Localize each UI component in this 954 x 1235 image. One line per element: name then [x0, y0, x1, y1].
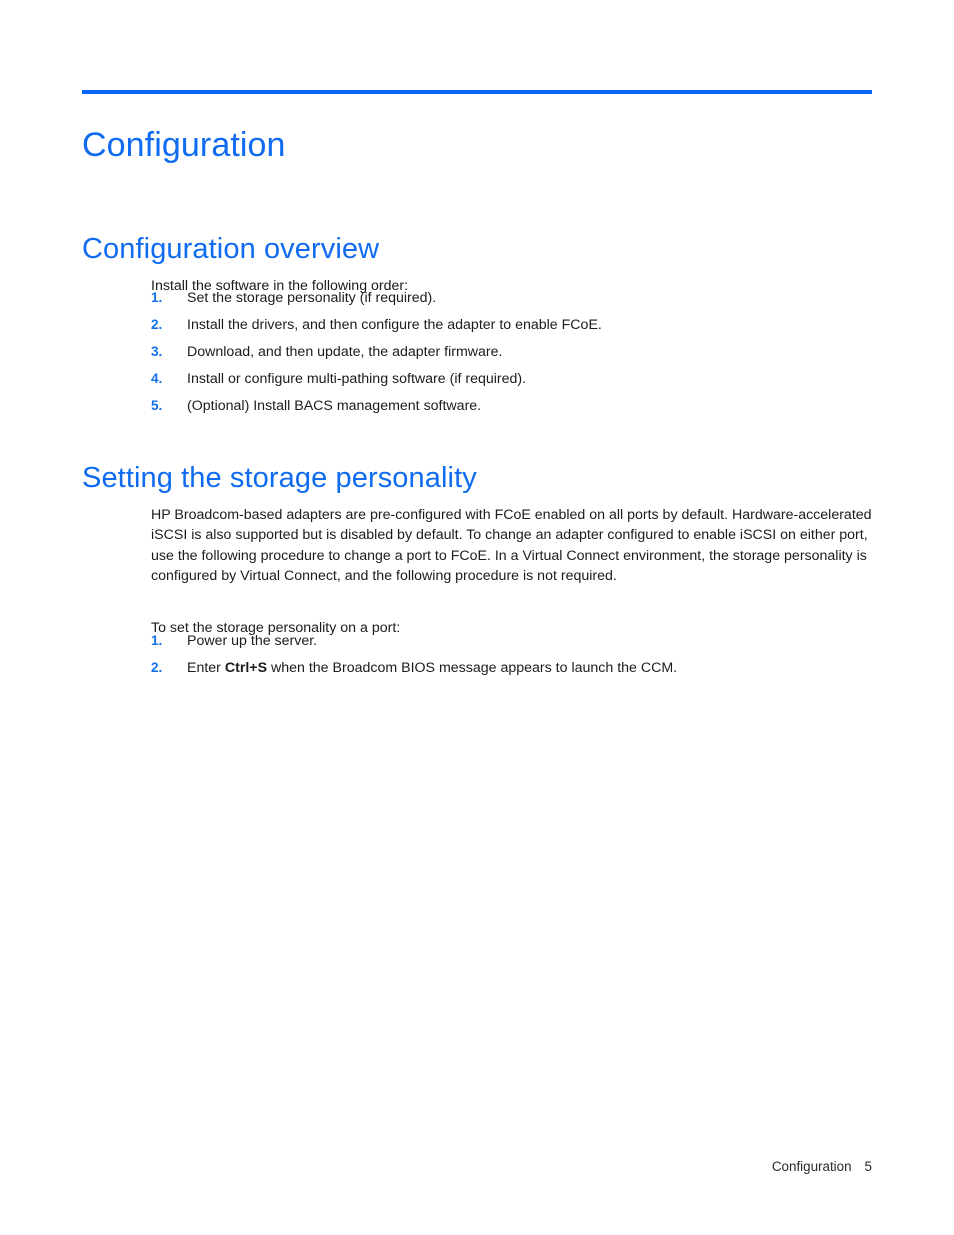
- list-marker: 1.: [151, 633, 163, 648]
- list-item: 2. Install the drivers, and then configu…: [151, 315, 602, 335]
- list-item-text: Download, and then update, the adapter f…: [187, 344, 503, 360]
- list-item-text: Set the storage personality (if required…: [187, 290, 437, 306]
- step-text-prefix: Enter: [187, 660, 225, 676]
- chapter-rule: [82, 90, 872, 94]
- list-marker: 4.: [151, 371, 163, 386]
- step-text-suffix: when the Broadcom BIOS message appears t…: [267, 660, 678, 676]
- list-item-text: Enter Ctrl+S when the Broadcom BIOS mess…: [187, 660, 677, 676]
- section-heading-configuration-overview: Configuration overview: [82, 233, 380, 266]
- keyboard-shortcut: Ctrl+S: [224, 660, 268, 676]
- list-marker: 2.: [151, 660, 163, 675]
- footer-section-label: Configuration: [771, 1159, 852, 1174]
- list-item: 4. Install or configure multi-pathing so…: [151, 369, 602, 389]
- list-item: 3. Download, and then update, the adapte…: [151, 342, 602, 362]
- storage-personality-paragraph: HP Broadcom-based adapters are pre-confi…: [151, 507, 872, 584]
- list-marker: 1.: [151, 290, 163, 305]
- list-item-text: Install or configure multi-pathing softw…: [187, 371, 527, 387]
- list-item: 1. Set the storage personality (if requi…: [151, 288, 602, 308]
- footer-page-number: 5: [864, 1159, 872, 1174]
- list-marker: 2.: [151, 317, 163, 332]
- list-item: 2. Enter Ctrl+S when the Broadcom BIOS m…: [151, 658, 677, 678]
- list-item-text: Install the drivers, and then configure …: [187, 317, 602, 333]
- page-footer: Configuration 5: [0, 1159, 872, 1174]
- section-heading-setting-the-storage-personality: Setting the storage personality: [82, 462, 477, 495]
- overview-step-list: 1. Set the storage personality (if requi…: [151, 288, 602, 423]
- list-item-text: Power up the server.: [187, 633, 318, 649]
- setting-step-list: 1. Power up the server. 2. Enter Ctrl+S …: [151, 631, 677, 685]
- document-page: Configuration Configuration overview Ins…: [0, 0, 954, 1235]
- list-marker: 3.: [151, 344, 163, 359]
- list-marker: 5.: [151, 398, 163, 413]
- list-item-text: (Optional) Install BACS management softw…: [187, 398, 482, 414]
- chapter-title: Configuration: [82, 125, 286, 164]
- list-item: 1. Power up the server.: [151, 631, 677, 651]
- list-item: 5. (Optional) Install BACS management so…: [151, 396, 602, 416]
